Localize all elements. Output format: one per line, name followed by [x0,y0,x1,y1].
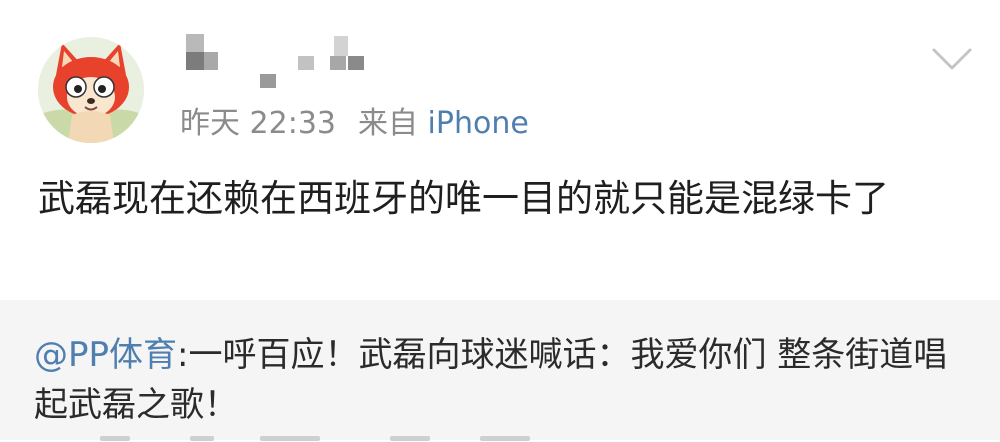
mosaic-block [298,56,314,70]
username-blurred[interactable] [180,34,380,88]
mosaic-block [186,52,204,70]
repost-mention-link[interactable]: @PP体育 [34,335,177,375]
source-prefix: 来自 [358,106,418,141]
mosaic-block [186,34,204,52]
repost-content: @PP体育:一呼百应！武磊向球迷喊话：我爱你们 整条街道唱起武磊之歌！ [34,330,974,430]
mosaic-block [334,36,348,56]
post-text: 武磊现在还赖在西班牙的唯一目的就只能是混绿卡了 [38,177,889,220]
user-avatar[interactable] [38,37,144,143]
weibo-post: 昨天 22:33 来自 iPhone 武磊现在还赖在西班牙的唯一目的就只能是混绿卡… [0,0,1000,300]
repost-card[interactable]: @PP体育:一呼百应！武磊向球迷喊话：我爱你们 整条街道唱起武磊之歌！ [0,300,1000,442]
mosaic-block [348,56,364,70]
cutoff-next-line [60,436,620,442]
post-meta: 昨天 22:33 来自 iPhone [180,104,529,144]
post-time: 昨天 22:33 [180,106,336,141]
fox-avatar-icon [38,37,144,143]
mosaic-block [330,56,346,70]
post-source[interactable]: iPhone [428,106,529,141]
mosaic-block [204,52,218,70]
mosaic-block [260,74,276,88]
chevron-down-icon[interactable] [930,44,974,74]
